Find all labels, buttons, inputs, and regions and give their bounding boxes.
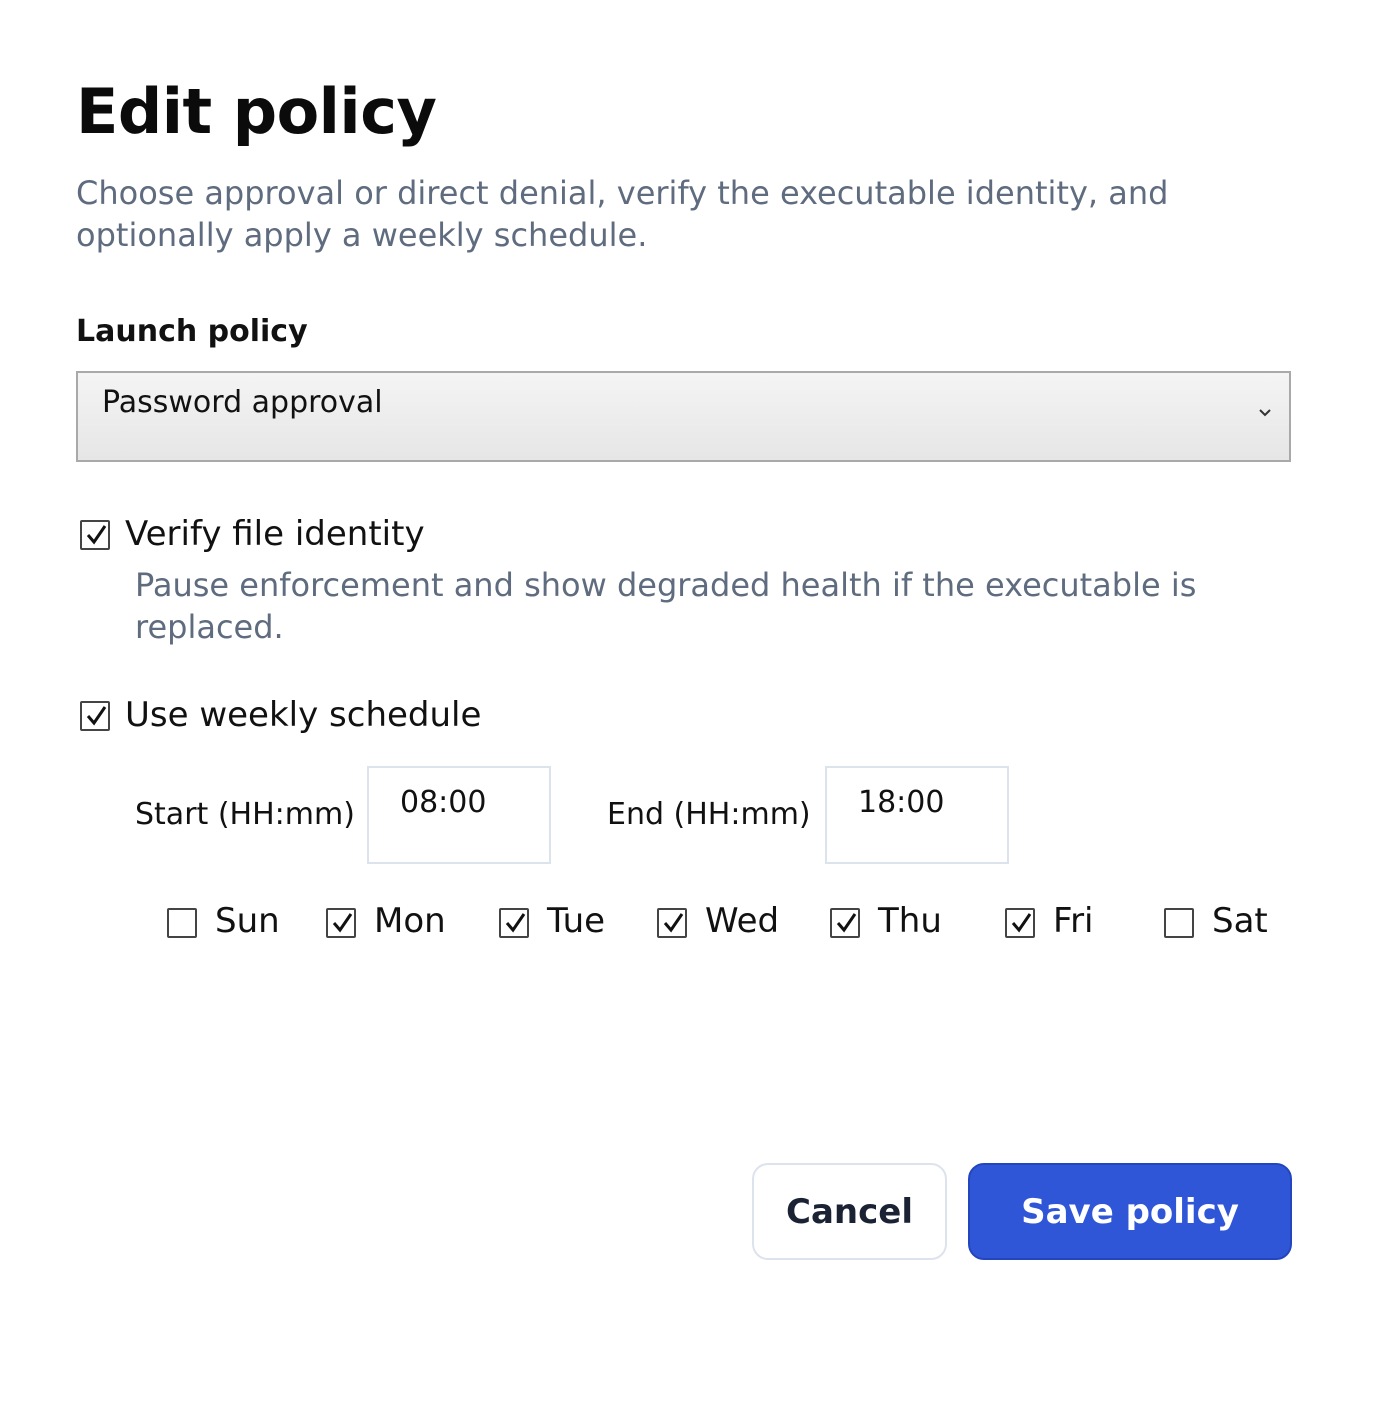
end-time-input[interactable]: 18:00 [825,766,1009,864]
day-label: Tue [547,901,606,941]
checkmark-icon [505,913,526,933]
day-checkbox[interactable] [499,908,529,938]
day-checkbox[interactable] [1164,908,1194,938]
start-time-value: 08:00 [400,785,487,820]
launch-policy-selected-value: Password approval [102,385,383,420]
weekly-schedule-label: Use weekly schedule [125,695,482,735]
start-time-input[interactable]: 08:00 [367,766,551,864]
start-time-label: Start (HH:mm) [135,797,355,832]
checkmark-icon [86,525,107,545]
day-checkbox[interactable] [657,908,687,938]
day-label: Sun [215,901,280,941]
day-label: Thu [878,901,942,941]
checkmark-icon [836,913,857,933]
day-label: Wed [705,901,780,941]
day-checkbox[interactable] [830,908,860,938]
verify-identity-label: Verify file identity [125,514,425,554]
checkmark-icon [86,706,107,726]
day-label: Sat [1212,901,1268,941]
day-label: Fri [1053,901,1094,941]
edit-policy-dialog: Edit policy Choose approval or direct de… [0,0,1400,1425]
day-label: Mon [374,901,446,941]
launch-policy-select[interactable]: Password approval [76,371,1291,462]
verify-identity-help: Pause enforcement and show degraded heal… [135,566,1197,646]
end-time-value: 18:00 [858,785,945,820]
dialog-subtitle: Choose approval or direct denial, verify… [76,174,1169,254]
cancel-button[interactable]: Cancel [752,1163,947,1260]
dialog-title: Edit policy [76,75,437,148]
day-checkbox[interactable] [167,908,197,938]
verify-identity-checkbox[interactable] [80,520,110,550]
day-checkbox[interactable] [326,908,356,938]
weekly-schedule-checkbox[interactable] [80,701,110,731]
chevron-down-icon [1259,409,1271,417]
end-time-label: End (HH:mm) [607,797,811,832]
checkmark-icon [332,913,353,933]
launch-policy-label: Launch policy [76,314,308,349]
checkmark-icon [1011,913,1032,933]
day-checkbox[interactable] [1005,908,1035,938]
checkmark-icon [663,913,684,933]
save-policy-button[interactable]: Save policy [968,1163,1292,1260]
